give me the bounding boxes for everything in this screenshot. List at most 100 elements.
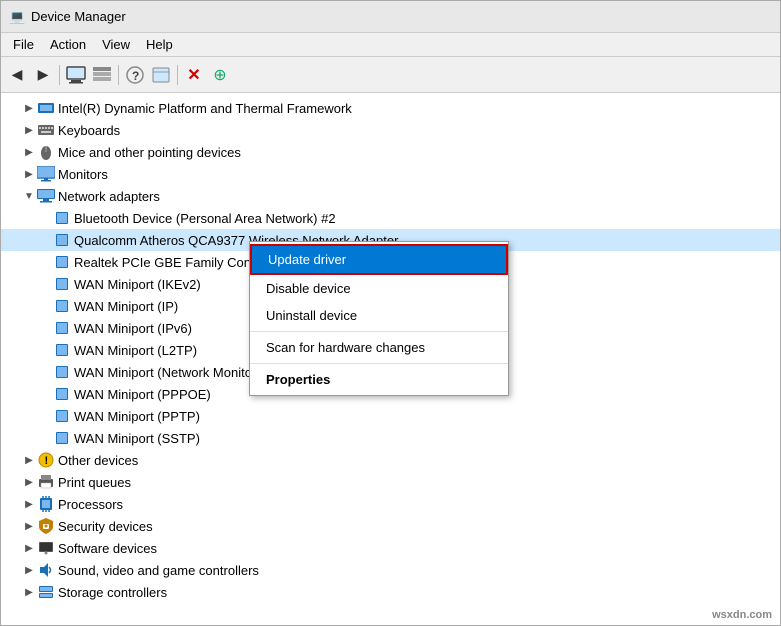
add-button[interactable]: ⊕	[208, 63, 232, 87]
menu-help[interactable]: Help	[138, 35, 181, 54]
icon-wan-l2tp	[53, 341, 71, 359]
menu-file[interactable]: File	[5, 35, 42, 54]
icon-wan-ikev2	[53, 275, 71, 293]
toggle-security[interactable]: ▶	[21, 518, 37, 534]
label-intel: Intel(R) Dynamic Platform and Thermal Fr…	[58, 101, 352, 116]
icon-other: !	[37, 451, 55, 469]
icon-qualcomm	[53, 231, 71, 249]
list-button[interactable]	[90, 63, 114, 87]
toggle-monitors[interactable]: ▶	[21, 166, 37, 182]
tree-item-wan-sstp[interactable]: ▶ WAN Miniport (SSTP)	[1, 427, 780, 449]
label-bluetooth: Bluetooth Device (Personal Area Network)…	[74, 211, 336, 226]
tree-item-storage[interactable]: ▶ Storage controllers	[1, 581, 780, 603]
icon-wan-pppoe	[53, 385, 71, 403]
main-content: ▶ Intel(R) Dynamic Platform and Thermal …	[1, 93, 780, 625]
title-bar-icon: 💻	[9, 9, 25, 25]
icon-processors	[37, 495, 55, 513]
menu-bar: File Action View Help	[1, 33, 780, 57]
icon-security	[37, 517, 55, 535]
icon-print	[37, 473, 55, 491]
icon-wan-ipv6	[53, 319, 71, 337]
context-menu-update[interactable]: Update driver	[250, 244, 508, 275]
label-wan-nm: WAN Miniport (Network Monitor)	[74, 365, 261, 380]
toolbar: ◀ ▶ ?	[1, 57, 780, 93]
label-mice: Mice and other pointing devices	[58, 145, 241, 160]
label-network: Network adapters	[58, 189, 160, 204]
icon-mice	[37, 143, 55, 161]
context-menu-sep-2	[250, 363, 508, 364]
toggle-keyboards[interactable]: ▶	[21, 122, 37, 138]
toggle-processors[interactable]: ▶	[21, 496, 37, 512]
icon-network	[37, 187, 55, 205]
tree-item-other[interactable]: ▶ ! Other devices	[1, 449, 780, 471]
label-wan-l2tp: WAN Miniport (L2TP)	[74, 343, 197, 358]
forward-button[interactable]: ▶	[31, 63, 55, 87]
tree-item-security[interactable]: ▶ Security devices	[1, 515, 780, 537]
label-wan-ikev2: WAN Miniport (IKEv2)	[74, 277, 201, 292]
back-button[interactable]: ◀	[5, 63, 29, 87]
icon-keyboards	[37, 121, 55, 139]
icon-realtek	[53, 253, 71, 271]
toggle-sound[interactable]: ▶	[21, 562, 37, 578]
tree-item-print[interactable]: ▶ Print queues	[1, 471, 780, 493]
help-button[interactable]: ?	[123, 63, 147, 87]
toolbar-sep-3	[177, 65, 178, 85]
icon-wan-ip	[53, 297, 71, 315]
tree-item-keyboards[interactable]: ▶ Keyboards	[1, 119, 780, 141]
tree-item-processors[interactable]: ▶ Processors	[1, 493, 780, 515]
icon-wan-nm	[53, 363, 71, 381]
tree-item-software[interactable]: ▶ Software devices	[1, 537, 780, 559]
toggle-storage[interactable]: ▶	[21, 584, 37, 600]
delete-button[interactable]: ✕	[182, 63, 206, 87]
toggle-software[interactable]: ▶	[21, 540, 37, 556]
context-menu-sep-1	[250, 331, 508, 332]
tree-item-wan-pptp[interactable]: ▶ WAN Miniport (PPTP)	[1, 405, 780, 427]
menu-action[interactable]: Action	[42, 35, 94, 54]
label-print: Print queues	[58, 475, 131, 490]
svg-text:?: ?	[132, 69, 139, 83]
label-wan-ipv6: WAN Miniport (IPv6)	[74, 321, 192, 336]
tree-item-intel[interactable]: ▶ Intel(R) Dynamic Platform and Thermal …	[1, 97, 780, 119]
icon-wan-sstp	[53, 429, 71, 447]
title-bar-text: Device Manager	[31, 9, 126, 24]
toggle-network[interactable]: ▼	[21, 188, 37, 204]
toggle-mice[interactable]: ▶	[21, 144, 37, 160]
icon-sound	[37, 561, 55, 579]
watermark: wsxdn.com	[712, 609, 772, 621]
toggle-print[interactable]: ▶	[21, 474, 37, 490]
context-menu-uninstall[interactable]: Uninstall device	[250, 302, 508, 329]
label-wan-ip: WAN Miniport (IP)	[74, 299, 178, 314]
context-menu: Update driver Disable device Uninstall d…	[249, 241, 509, 396]
computer-button[interactable]	[64, 63, 88, 87]
title-bar: 💻 Device Manager	[1, 1, 780, 33]
tree-item-bluetooth[interactable]: ▶ Bluetooth Device (Personal Area Networ…	[1, 207, 780, 229]
label-storage: Storage controllers	[58, 585, 167, 600]
icon-bluetooth	[53, 209, 71, 227]
toggle-intel[interactable]: ▶	[21, 100, 37, 116]
label-keyboards: Keyboards	[58, 123, 120, 138]
label-monitors: Monitors	[58, 167, 108, 182]
tree-item-mice[interactable]: ▶ Mice and other pointing devices	[1, 141, 780, 163]
icon-software	[37, 539, 55, 557]
menu-view[interactable]: View	[94, 35, 138, 54]
tree-item-network[interactable]: ▼ Network adapters	[1, 185, 780, 207]
label-other: Other devices	[58, 453, 138, 468]
search-button[interactable]	[149, 63, 173, 87]
label-wan-pptp: WAN Miniport (PPTP)	[74, 409, 200, 424]
icon-storage	[37, 583, 55, 601]
tree-item-monitors[interactable]: ▶ Monitors	[1, 163, 780, 185]
context-menu-properties[interactable]: Properties	[250, 366, 508, 393]
icon-monitors	[37, 165, 55, 183]
tree-item-sound[interactable]: ▶ Sound, video and game controllers	[1, 559, 780, 581]
toolbar-sep-2	[118, 65, 119, 85]
label-processors: Processors	[58, 497, 123, 512]
svg-text:!: !	[45, 455, 49, 467]
context-menu-disable[interactable]: Disable device	[250, 275, 508, 302]
icon-intel	[37, 99, 55, 117]
toolbar-sep-1	[59, 65, 60, 85]
context-menu-scan[interactable]: Scan for hardware changes	[250, 334, 508, 361]
label-security: Security devices	[58, 519, 153, 534]
label-wan-pppoe: WAN Miniport (PPPOE)	[74, 387, 211, 402]
toggle-other[interactable]: ▶	[21, 452, 37, 468]
label-sound: Sound, video and game controllers	[58, 563, 259, 578]
